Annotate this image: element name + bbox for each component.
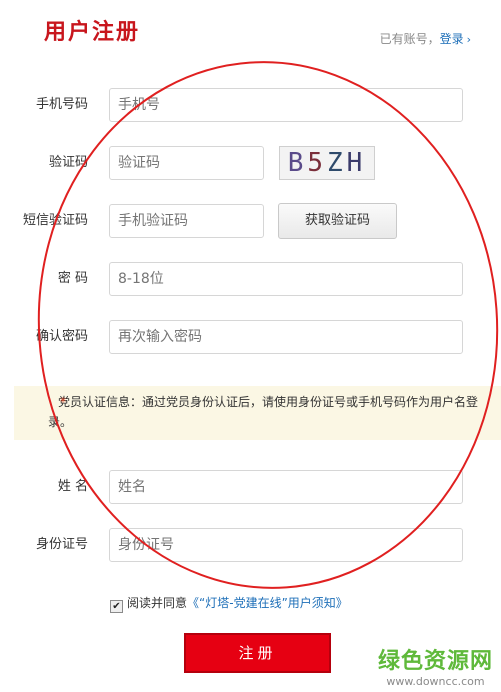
password-input[interactable] [109, 262, 463, 296]
terms-link[interactable]: 《“灯塔-党建在线”用户须知》 [187, 596, 348, 610]
agree-text: 阅读并同意 [127, 596, 188, 610]
phone-label: 手机号码 [35, 97, 88, 112]
phone-input[interactable] [109, 88, 463, 122]
watermark-url: www.downcc.com [386, 675, 485, 688]
login-link[interactable]: 登录 [440, 32, 464, 46]
captcha-image[interactable]: B5ZH [279, 146, 375, 180]
required-star: * [60, 395, 66, 409]
confirm-password-label: 确认密码 [35, 329, 88, 344]
site-watermark: 绿色资源网 www.downcc.com [378, 643, 493, 688]
captcha-input[interactable] [109, 146, 264, 180]
chevron-right-icon: › [466, 33, 471, 46]
watermark-logo: 绿色资源网 [377, 648, 493, 674]
id-number-input[interactable] [109, 528, 463, 562]
captcha-char: B [287, 148, 308, 178]
captcha-char: H [346, 148, 367, 178]
password-label: 密 码 [57, 271, 88, 286]
page-title: 用户注册 [44, 19, 141, 45]
captcha-char: Z [327, 148, 347, 178]
agree-checkbox[interactable]: ✔ [110, 600, 123, 613]
captcha-char: 5 [307, 148, 327, 178]
party-member-notice: * 党员认证信息：通过党员身份认证后，请使用身份证号或手机号码作为用户名登录。 [14, 386, 501, 440]
agreement-row: ✔ 阅读并同意《“灯塔-党建在线”用户须知》 [110, 594, 348, 613]
register-button[interactable]: 注册 [184, 633, 331, 673]
id-number-label: 身份证号 [35, 537, 88, 552]
has-account-prompt: 已有账号，登录 › [380, 30, 471, 47]
has-account-text: 已有账号， [379, 32, 440, 46]
notice-text: 党员认证信息：通过党员身份认证后，请使用身份证号或手机号码作为用户名登录。 [48, 395, 479, 429]
get-sms-code-button[interactable]: 获取验证码 [278, 203, 397, 239]
name-input[interactable] [109, 470, 463, 504]
name-label: 姓 名 [57, 479, 88, 494]
sms-code-input[interactable] [109, 204, 264, 238]
captcha-label: 验证码 [48, 155, 88, 170]
confirm-password-input[interactable] [109, 320, 463, 354]
sms-code-label: 短信验证码 [22, 213, 88, 228]
